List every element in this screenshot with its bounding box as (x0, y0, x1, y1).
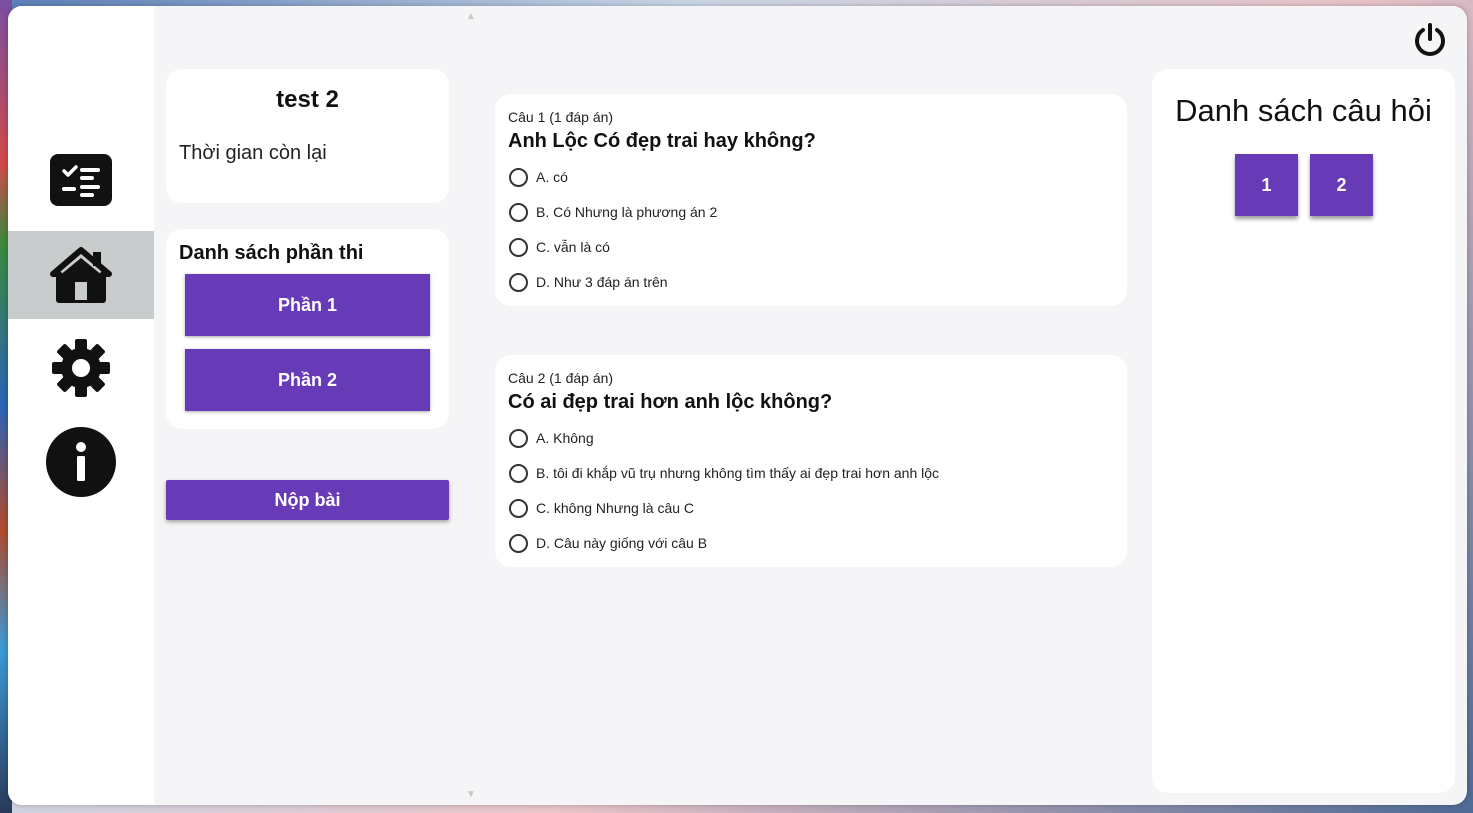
question-text: Anh Lộc Có đẹp trai hay không? (508, 130, 816, 152)
question-1-button[interactable]: 1 (1235, 154, 1298, 216)
question-meta: Câu 1 (1 đáp án) (508, 109, 614, 125)
parts-card: Danh sách phần thi Phần 1 Phần 2 (166, 229, 449, 429)
answer-option[interactable]: A. có (509, 166, 568, 188)
sidebar-item-exam-list[interactable] (8, 136, 154, 224)
power-button[interactable] (1410, 22, 1450, 62)
test-info-card: test 2 Thời gian còn lại (166, 69, 449, 203)
app-window: ▲ ▼ test 2 Thời gian còn lại Danh sách p… (8, 6, 1467, 805)
answer-option-label: B. Có Nhưng là phương án 2 (536, 204, 718, 220)
question-card: Câu 1 (1 đáp án) Anh Lộc Có đẹp trai hay… (495, 94, 1127, 306)
answer-option[interactable]: D. Câu này giống với câu B (509, 532, 707, 554)
answer-option[interactable]: B. Có Nhưng là phương án 2 (509, 201, 717, 223)
radio-button[interactable] (509, 272, 528, 292)
answer-option[interactable]: D. Như 3 đáp án trên (509, 271, 668, 293)
test-title: test 2 (276, 86, 339, 113)
time-remaining-label: Thời gian còn lại (179, 142, 327, 164)
question-meta: Câu 2 (1 đáp án) (508, 370, 614, 386)
answer-option-label: A. có (536, 169, 568, 185)
answer-option-label: C. không Nhưng là câu C (536, 500, 695, 516)
sidebar (8, 6, 154, 805)
question-text: Có ai đẹp trai hơn anh lộc không? (508, 391, 833, 413)
answer-option-label: A. Không (536, 430, 594, 446)
radio-button[interactable] (509, 202, 528, 222)
checklist-icon (50, 154, 112, 206)
radio-button[interactable] (509, 498, 528, 518)
radio-button[interactable] (509, 237, 528, 257)
radio-button[interactable] (509, 533, 528, 553)
radio-button[interactable] (509, 428, 528, 448)
gear-icon (51, 338, 111, 398)
scroll-down-arrow[interactable]: ▼ (462, 786, 480, 804)
radio-button[interactable] (509, 463, 528, 483)
question-2-button[interactable]: 2 (1310, 154, 1373, 216)
answer-option[interactable]: A. Không (509, 427, 594, 449)
question-card: Câu 2 (1 đáp án) Có ai đẹp trai hơn anh … (495, 355, 1127, 567)
question-list-panel: Danh sách câu hỏi 1 2 (1152, 69, 1455, 793)
sidebar-item-home[interactable] (8, 231, 154, 319)
answer-option-label: C. vẫn là có (536, 239, 610, 255)
sidebar-item-settings[interactable] (8, 324, 154, 412)
answer-option[interactable]: C. không Nhưng là câu C (509, 497, 694, 519)
home-icon (49, 246, 113, 304)
submit-button[interactable]: Nộp bài (166, 480, 449, 520)
radio-button[interactable] (509, 167, 528, 187)
answer-option-label: D. Câu này giống với câu B (536, 535, 708, 551)
part-2-button[interactable]: Phần 2 (185, 349, 430, 411)
parts-title: Danh sách phần thi (179, 242, 364, 264)
scroll-up-arrow[interactable]: ▲ (462, 8, 480, 26)
sidebar-item-info[interactable] (8, 418, 154, 506)
part-1-button[interactable]: Phần 1 (185, 274, 430, 336)
answer-option-label: B. tôi đi khắp vũ trụ nhưng không tìm th… (536, 465, 940, 481)
question-list-title: Danh sách câu hỏi (1175, 93, 1432, 128)
answer-option-label: D. Như 3 đáp án trên (536, 274, 668, 290)
info-icon (46, 427, 116, 497)
power-icon (1412, 22, 1448, 63)
answer-option[interactable]: C. vẫn là có (509, 236, 610, 258)
answer-option[interactable]: B. tôi đi khắp vũ trụ nhưng không tìm th… (509, 462, 939, 484)
